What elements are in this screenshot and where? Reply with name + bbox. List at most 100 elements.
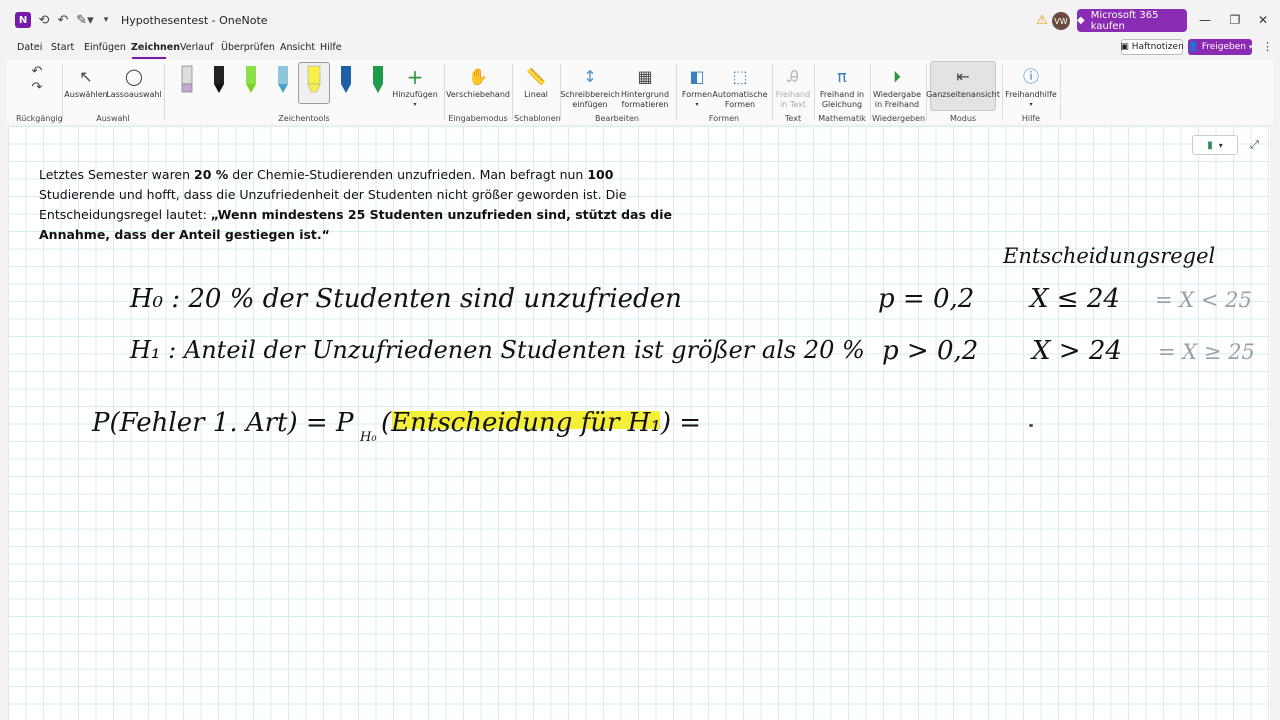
handwritten-error-rhs: (Entscheidung für H₁) = (381, 408, 702, 438)
problem-text-bold: 20 % (194, 167, 229, 182)
haftnotizen-label: Haftnotizen (1131, 42, 1184, 52)
handwritten-x0-gray: = X < 25 (1155, 288, 1252, 312)
freihandhilfe-label: Freihandhilfe (1005, 90, 1057, 99)
minimize-icon[interactable]: — (1195, 10, 1215, 30)
close-icon[interactable]: ✕ (1253, 10, 1273, 30)
group-label-bearbeiten: Bearbeiten (595, 114, 639, 123)
automatische-formen-button[interactable]: ⬚ Automatische Formen (712, 64, 767, 110)
maximize-icon[interactable]: ❐ (1225, 10, 1245, 30)
tab-hilfe[interactable]: Hilfe (320, 42, 342, 53)
ribbon-separator (1060, 64, 1061, 120)
onenote-window: N ⟲ ↶ ✎▾ ▾ Hypothesentest - OneNote ⚠ VW… (0, 0, 1280, 720)
lineal-label: Lineal (524, 90, 548, 99)
expand-icon[interactable]: ⤢ (1250, 138, 1259, 152)
hintergrund-button[interactable]: ▦ Hintergrund formatieren (618, 64, 672, 110)
freihand-in-gleichung-label: Freihand in Gleichung (819, 90, 865, 109)
pen-green[interactable] (241, 64, 261, 94)
group-label-rueckgaengig: Rückgängig (16, 114, 63, 123)
handwritten-p1: p > 0,2 (882, 336, 979, 366)
ribbon-separator (772, 64, 773, 120)
problem-text[interactable]: Letztes Semester waren 20 % der Chemie-S… (39, 165, 679, 245)
tab-start[interactable]: Start (51, 42, 74, 53)
lasso-icon: ◯ (125, 67, 143, 86)
pen-teal[interactable] (273, 64, 293, 94)
customize-icon[interactable]: ▾ (100, 11, 112, 29)
ribbon-separator (62, 64, 63, 120)
tab-verlauf[interactable]: Verlauf (180, 42, 213, 53)
diamond-icon: ◆ (1077, 15, 1085, 26)
chevron-down-icon: ▾ (1218, 140, 1223, 150)
lineal-button[interactable]: 📏 Lineal (516, 64, 556, 100)
ribbon-separator (444, 64, 445, 120)
group-label-mathematik: Mathematik (818, 114, 866, 123)
freihand-in-text-label: Freihand in Text (775, 90, 811, 109)
tab-ansicht[interactable]: Ansicht (280, 42, 315, 53)
handwritten-x1: X > 24 (1032, 336, 1122, 366)
tab-zeichnen[interactable]: Zeichnen (131, 42, 180, 53)
tab-datei[interactable]: Datei (17, 42, 42, 53)
ribbon-separator (814, 64, 815, 120)
group-label-schablonen: Schablonen (514, 114, 561, 123)
full-page-icon: ⇤ (956, 67, 970, 86)
hintergrund-label: Hintergrund formatieren (620, 90, 670, 109)
shapes-icon: ◧ (689, 67, 705, 86)
handwritten-p0: p = 0,2 (878, 284, 975, 314)
freihand-in-gleichung-button[interactable]: π Freihand in Gleichung (818, 64, 866, 110)
ribbon-separator (164, 64, 165, 120)
verschiebehand-label: Verschiebehand (446, 90, 510, 99)
group-label-modus: Modus (949, 114, 977, 123)
hinzufuegen-button[interactable]: + Hinzufügen ▾ (392, 64, 438, 110)
auswaehlen-button[interactable]: ↖ Auswählen (64, 64, 107, 100)
ribbon-separator (1002, 64, 1003, 120)
ribbon-separator (870, 64, 871, 120)
freihand-in-text-button[interactable]: Ꭿ Freihand in Text (776, 64, 810, 110)
ribbon-separator (512, 64, 513, 120)
ganzseitenansicht-button[interactable]: ⇤ Ganzseitenansicht (926, 64, 1000, 100)
cursor-icon: ↖ (79, 67, 93, 86)
warning-icon[interactable]: ⚠ (1034, 11, 1050, 29)
notebook-icon: ▮ (1207, 139, 1213, 151)
pen-black[interactable] (209, 64, 229, 94)
buy-microsoft365-button[interactable]: ◆ Microsoft 365 kaufen (1077, 9, 1187, 32)
active-tab-indicator (132, 57, 166, 59)
auto-shapes-icon: ⬚ (732, 67, 748, 86)
redo-icon[interactable]: ↷ (29, 78, 45, 96)
pen-darkgreen[interactable] (368, 64, 388, 94)
highlighter-yellow[interactable] (304, 64, 324, 94)
hand-icon: ✋ (468, 67, 488, 86)
problem-text-part: Letztes Semester waren (39, 167, 195, 182)
group-label-formen: Formen (708, 114, 740, 123)
undo-icon[interactable]: ↶ (56, 11, 70, 29)
title-bar: N ⟲ ↶ ✎▾ ▾ Hypothesentest - OneNote ⚠ VW… (0, 0, 1280, 40)
back-icon[interactable]: ⟲ (37, 11, 51, 29)
wiedergabe-button[interactable]: ⏵ Wiedergabe in Freihand (872, 64, 922, 110)
handwritten-h1: H₁ : Anteil der Unzufriedenen Studenten … (130, 336, 865, 364)
background-grid-icon: ▦ (637, 67, 653, 86)
share-icon: 👤 (1187, 42, 1199, 52)
pen-mode-icon[interactable]: ✎▾ (74, 11, 96, 29)
verschiebehand-button[interactable]: ✋ Verschiebehand (446, 64, 510, 100)
group-label-hilfe: Hilfe (1021, 114, 1041, 123)
formen-button[interactable]: ◧ Formen ▾ (680, 64, 714, 110)
wiedergabe-label: Wiedergabe in Freihand (872, 90, 921, 109)
chevron-down-icon: ▾ (695, 101, 699, 108)
share-button[interactable]: 👤 Freigeben ▾ (1187, 39, 1253, 55)
more-options-icon[interactable]: ⋮ (1262, 40, 1273, 53)
lassoauswahl-button[interactable]: ◯ Lassoauswahl (106, 64, 161, 100)
handwritten-x0: X ≤ 24 (1030, 284, 1120, 314)
handwritten-heading: Entscheidungsregel (1003, 244, 1216, 268)
handwritten-h0: H₀ : 20 % der Studenten sind unzufrieden (130, 284, 682, 314)
tab-einfuegen[interactable]: Einfügen (84, 42, 126, 53)
freihandhilfe-button[interactable]: ⓘ Freihandhilfe ▾ (1005, 64, 1057, 110)
group-label-eingabemodus: Eingabemodus (448, 114, 508, 123)
replay-icon: ⏵ (892, 67, 901, 86)
schreibbereich-button[interactable]: ↕ Schreibbereich einfügen (560, 64, 620, 110)
haftnotizen-button[interactable]: ▣ Haftnotizen (1120, 39, 1184, 55)
document-title: Hypothesentest - OneNote (121, 14, 268, 27)
notebook-picker-button[interactable]: ▮ ▾ (1192, 135, 1238, 155)
tab-ueberpruefen[interactable]: Überprüfen (221, 42, 275, 53)
menu-bar: Datei Start Einfügen Zeichnen Verlauf Üb… (0, 38, 1280, 59)
avatar[interactable]: VW (1052, 12, 1070, 30)
pen-lavender[interactable] (177, 64, 197, 94)
pen-blue[interactable] (336, 64, 356, 94)
